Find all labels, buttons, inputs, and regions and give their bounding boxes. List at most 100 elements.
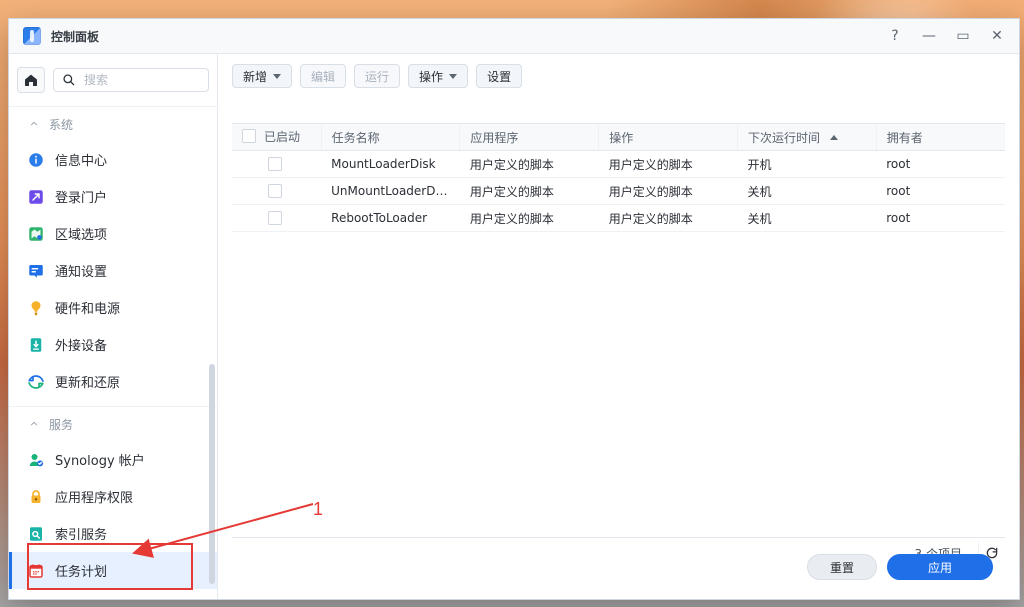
sidebar-section-system[interactable]: 系统 <box>9 107 217 141</box>
sidebar-scrollbar[interactable] <box>209 114 215 591</box>
sidebar-item-task-scheduler[interactable]: 任务计划 <box>9 552 217 589</box>
sidebar-item-application-privileges[interactable]: 应用程序权限 <box>9 478 217 515</box>
edit-button-label: 编辑 <box>311 69 336 84</box>
window-titlebar: 控制面板 ? — ▭ ✕ <box>9 19 1019 54</box>
main-panel: 新增 编辑 运行 操作 设置 已启动 任务名称 应用程序 操作 下次运行时间 拥… <box>218 54 1019 599</box>
sidebar-item-info-center[interactable]: 信息中心 <box>9 141 217 178</box>
synology-account-icon <box>27 451 45 469</box>
index-service-icon <box>27 525 45 543</box>
sidebar-item-label: Synology 帐户 <box>55 454 145 469</box>
apply-button[interactable]: 应用 <box>887 554 993 580</box>
sidebar-item-region-options[interactable]: 区域选项 <box>9 215 217 252</box>
sidebar-item-external-devices[interactable]: 外接设备 <box>9 326 217 363</box>
cell-owner: root <box>876 177 1005 205</box>
cell-enabled[interactable] <box>232 204 322 232</box>
cell-application: 用户定义的脚本 <box>459 150 599 178</box>
sidebar-scrollbar-thumb[interactable] <box>209 364 215 584</box>
chevron-up-icon <box>29 419 39 429</box>
sidebar-item-notification-settings[interactable]: 通知设置 <box>9 252 217 289</box>
info-icon <box>27 151 45 169</box>
cell-next-run: 关机 <box>737 177 877 205</box>
enabled-header: 已启动 <box>242 128 300 145</box>
control-panel-window: 控制面板 ? — ▭ ✕ 搜索 系统 信息中心 登录门户 区域选项 通知设置 硬… <box>8 18 1020 600</box>
column-label: 下次运行时间 <box>747 130 820 145</box>
column-application[interactable]: 应用程序 <box>459 123 599 151</box>
apply-button-label: 应用 <box>927 560 952 575</box>
row-enabled-checkbox[interactable] <box>268 157 282 172</box>
sidebar-item-update-restore[interactable]: 更新和还原 <box>9 363 217 400</box>
column-label: 任务名称 <box>331 130 380 145</box>
close-button[interactable]: ✕ <box>989 28 1005 44</box>
table-body: MountLoaderDisk 用户定义的脚本 用户定义的脚本 开机 root … <box>232 150 1005 232</box>
sidebar-top <box>9 54 217 107</box>
column-enabled[interactable]: 已启动 <box>232 123 322 151</box>
cell-enabled[interactable] <box>232 150 322 178</box>
sidebar-item-label: 信息中心 <box>55 154 108 169</box>
cell-task-name: MountLoaderDisk <box>321 150 460 178</box>
column-next-run-time[interactable]: 下次运行时间 <box>736 123 877 151</box>
cell-action: 用户定义的脚本 <box>598 177 738 205</box>
section-title-services: 服务 <box>49 417 74 432</box>
portal-icon <box>27 188 45 206</box>
home-button[interactable] <box>17 67 45 93</box>
table-row[interactable]: UnMountLoaderDisk 用户定义的脚本 用户定义的脚本 关机 roo… <box>232 177 1005 205</box>
cell-action: 用户定义的脚本 <box>598 204 738 232</box>
cell-task-name: RebootToLoader <box>321 204 460 232</box>
action-button[interactable]: 操作 <box>408 64 469 88</box>
sidebar-item-indexing-service[interactable]: 索引服务 <box>9 515 217 552</box>
create-button[interactable]: 新增 <box>232 64 293 88</box>
update-restore-icon <box>27 373 45 391</box>
chevron-down-icon <box>449 74 458 79</box>
sidebar-item-label: 更新和还原 <box>55 376 121 391</box>
column-owner[interactable]: 拥有者 <box>875 123 1005 151</box>
minimize-button[interactable]: — <box>921 28 937 44</box>
column-label: 应用程序 <box>470 130 519 145</box>
action-button-label: 操作 <box>419 69 444 84</box>
table-row[interactable]: MountLoaderDisk 用户定义的脚本 用户定义的脚本 开机 root <box>232 150 1005 178</box>
cell-enabled[interactable] <box>232 177 322 205</box>
search-icon <box>63 74 75 86</box>
tasks-table: 已启动 任务名称 应用程序 操作 下次运行时间 拥有者 MountLoaderD… <box>232 123 1005 533</box>
search-input[interactable] <box>82 72 204 88</box>
sidebar-item-label: 外接设备 <box>55 339 108 354</box>
cell-next-run: 关机 <box>737 204 877 232</box>
reset-button[interactable]: 重置 <box>807 554 877 580</box>
select-all-checkbox[interactable] <box>242 129 256 144</box>
create-button-label: 新增 <box>243 69 268 84</box>
column-label: 拥有者 <box>886 130 923 145</box>
window-controls: ? — ▭ ✕ <box>887 28 1005 44</box>
edit-button[interactable]: 编辑 <box>300 64 347 88</box>
footer-actions: 重置 应用 <box>218 535 1019 599</box>
cell-owner: root <box>876 150 1005 178</box>
sidebar-item-hardware-power[interactable]: 硬件和电源 <box>9 289 217 326</box>
help-button[interactable]: ? <box>887 28 903 44</box>
sidebar-item-synology-account[interactable]: Synology 帐户 <box>9 441 217 478</box>
maximize-button[interactable]: ▭ <box>955 28 971 44</box>
sidebar-search[interactable] <box>53 68 209 92</box>
external-device-icon <box>27 336 45 354</box>
sidebar-item-label: 登录门户 <box>55 191 108 206</box>
home-icon <box>25 74 37 86</box>
column-action[interactable]: 操作 <box>598 123 738 151</box>
cell-task-name: UnMountLoaderDisk <box>321 177 460 205</box>
sidebar: 系统 信息中心 登录门户 <box>9 54 218 599</box>
row-enabled-checkbox[interactable] <box>268 184 282 199</box>
row-enabled-checkbox[interactable] <box>268 211 282 226</box>
settings-button[interactable]: 设置 <box>476 64 523 88</box>
reset-button-label: 重置 <box>829 560 854 575</box>
control-panel-logo-icon <box>23 27 41 45</box>
section-title-system: 系统 <box>49 117 74 132</box>
sidebar-section-services[interactable]: 服务 <box>9 407 217 441</box>
cell-next-run: 开机 <box>737 150 877 178</box>
sidebar-item-label: 硬件和电源 <box>55 302 121 317</box>
cell-application: 用户定义的脚本 <box>459 204 599 232</box>
table-row[interactable]: RebootToLoader 用户定义的脚本 用户定义的脚本 关机 root <box>232 204 1005 232</box>
column-task-name[interactable]: 任务名称 <box>320 123 460 151</box>
notification-icon <box>27 262 45 280</box>
run-button[interactable]: 运行 <box>354 64 401 88</box>
column-label: 操作 <box>609 130 634 145</box>
sidebar-item-label: 任务计划 <box>55 565 108 580</box>
tasks-table-grid: 已启动 任务名称 应用程序 操作 下次运行时间 拥有者 MountLoaderD… <box>232 123 1005 232</box>
sidebar-item-login-portal[interactable]: 登录门户 <box>9 178 217 215</box>
column-label: 已启动 <box>264 129 301 144</box>
